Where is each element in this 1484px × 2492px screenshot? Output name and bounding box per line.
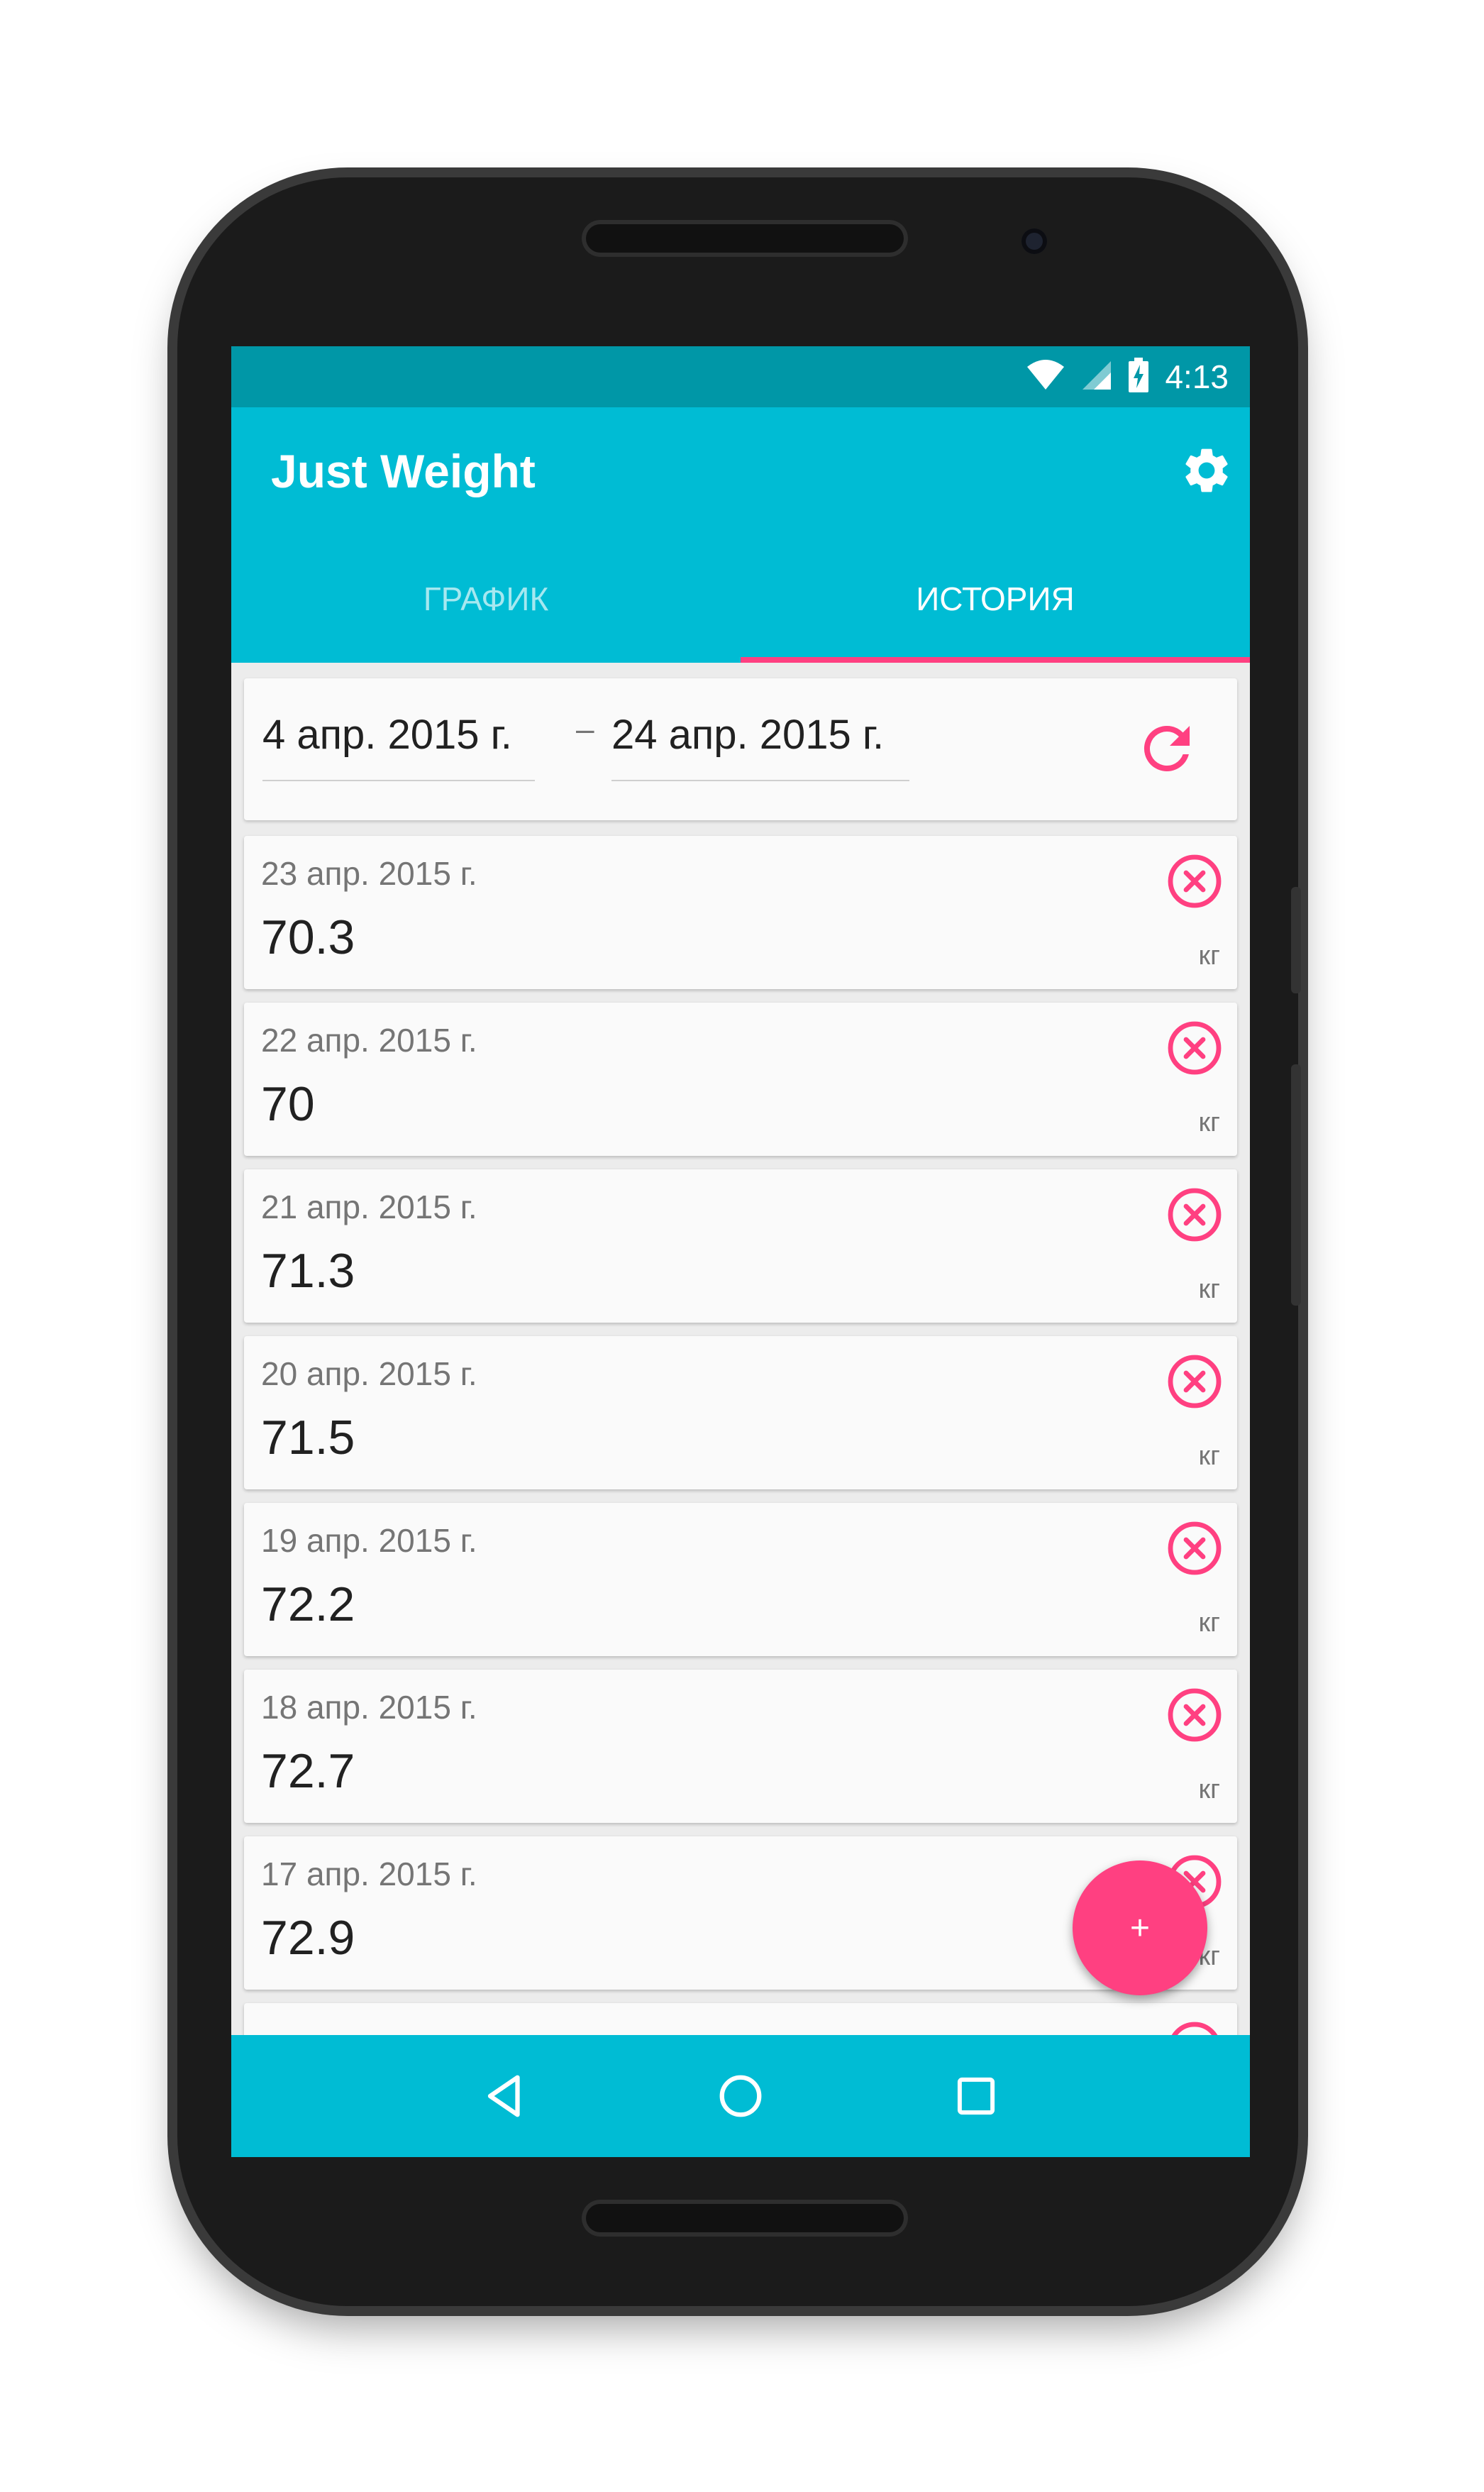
home-button[interactable] [702,2057,780,2135]
gear-icon [1185,448,1228,492]
delete-circle-icon [1168,1021,1222,1075]
entry-weight: 72.2 [261,1577,355,1631]
entry-date: 20 апр. 2015 г. [261,1355,477,1392]
list-item[interactable]: 19 апр. 2015 г. 72.2 кг [244,1503,1237,1656]
entry-weight: 72.7 [261,1744,355,1798]
list-item[interactable]: 18 апр. 2015 г. 72.7 кг [244,1670,1237,1823]
list-item[interactable]: 22 апр. 2015 г. 70 кг [244,1003,1237,1156]
entry-weight: 70 [261,1077,315,1131]
signal-icon [1081,360,1112,395]
delete-entry-button[interactable] [1162,1349,1227,1414]
entry-weight: 71.5 [261,1411,355,1465]
delete-circle-icon [1168,1355,1222,1408]
refresh-button[interactable] [1128,710,1206,788]
wifi-icon [1026,359,1065,395]
list-item[interactable]: 23 апр. 2015 г. 70.3 кг [244,836,1237,989]
date-to-field[interactable]: 24 апр. 2015 г. [611,711,909,781]
entry-unit: кг [1198,1441,1221,1471]
recents-button[interactable] [937,2057,1015,2135]
screen: 4:13 Just Weight ГРАФИК ИСТОРИЯ 4 апр. 2… [231,346,1250,2157]
home-icon [719,2075,762,2117]
list-item[interactable]: 20 апр. 2015 г. 71.5 кг [244,1336,1237,1489]
entry-date: 19 апр. 2015 г. [261,1522,477,1559]
status-bar: 4:13 [231,346,1250,407]
entry-unit: кг [1198,1775,1221,1804]
delete-entry-button[interactable] [1162,849,1227,914]
navigation-bar [231,2035,1250,2157]
entry-date: 21 апр. 2015 г. [261,1189,477,1225]
entry-date: 22 апр. 2015 г. [261,1022,477,1059]
settings-button[interactable] [1175,439,1239,502]
app-toolbar: Just Weight [231,407,1250,535]
bottom-speaker [582,2200,908,2237]
entry-unit: кг [1198,1274,1221,1304]
recents-icon [957,2077,995,2115]
entry-date: 23 апр. 2015 г. [261,855,477,892]
front-camera [1021,228,1047,254]
entry-date: 17 апр. 2015 г. [261,1856,477,1892]
entry-unit: кг [1198,1608,1221,1638]
app-title: Just Weight [271,445,536,497]
refresh-icon [1144,725,1190,771]
delete-circle-icon [1168,854,1222,908]
date-separator: – [576,710,594,747]
date-from-field[interactable]: 4 апр. 2015 г. [262,711,535,781]
entry-weight: 70.3 [261,910,355,964]
date-range-card: 4 апр. 2015 г. – 24 апр. 2015 г. [244,678,1237,820]
entry-date: 18 апр. 2015 г. [261,1689,477,1726]
back-button[interactable] [466,2057,544,2135]
entry-unit: кг [1198,1108,1221,1137]
entry-unit: кг [1198,941,1221,971]
tab-bar: ГРАФИК ИСТОРИЯ [231,535,1250,663]
tab-chart[interactable]: ГРАФИК [231,535,741,663]
delete-entry-button[interactable] [1162,1015,1227,1081]
battery-charging-icon [1128,357,1149,397]
delete-entry-button[interactable] [1162,1516,1227,1581]
delete-entry-button[interactable] [1162,1182,1227,1247]
entry-weight: 71.3 [261,1244,355,1298]
list-item[interactable]: 21 апр. 2015 г. 71.3 кг [244,1169,1237,1323]
delete-circle-icon [1168,1188,1222,1242]
entry-weight: 72.9 [261,1911,355,1965]
add-entry-button[interactable]: + [1073,1860,1207,1995]
delete-circle-icon [1168,1521,1222,1575]
status-time: 4:13 [1165,358,1229,395]
delete-circle-icon [1168,1688,1222,1742]
volume-button [1291,887,1301,993]
back-icon [487,2075,520,2117]
power-button [1291,1064,1301,1306]
top-speaker [582,220,908,257]
delete-entry-button[interactable] [1162,1682,1227,1748]
tab-history[interactable]: ИСТОРИЯ [741,535,1250,663]
